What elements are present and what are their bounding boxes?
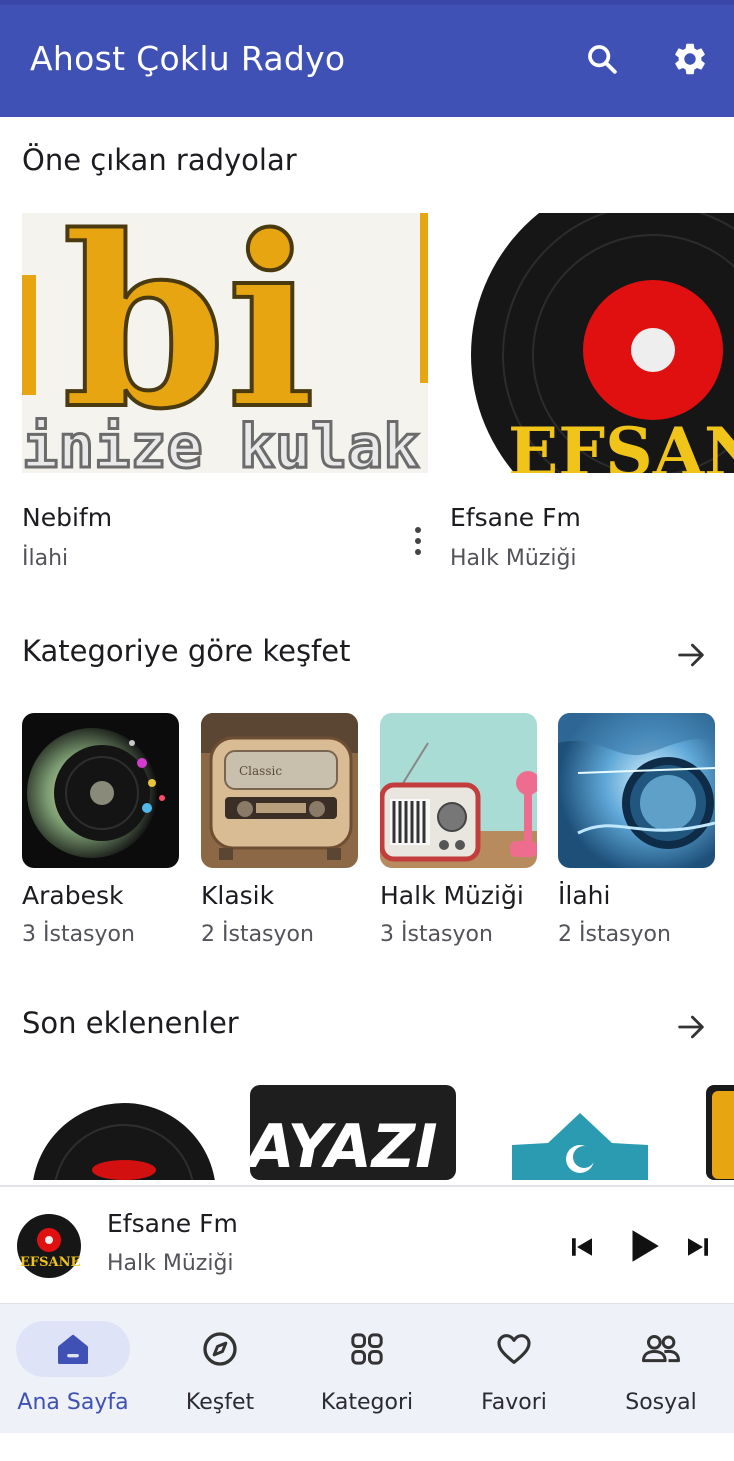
next-button[interactable]	[678, 1227, 718, 1267]
settings-button[interactable]	[666, 35, 714, 83]
nav-indicator	[604, 1321, 718, 1377]
recent-station-image[interactable]	[32, 1103, 216, 1180]
system-gesture-area	[0, 1433, 734, 1461]
recent-stations-strip[interactable]: AYAZI	[0, 1085, 734, 1180]
category-count: 3 İstasyon	[380, 922, 493, 947]
nebifm-logo-image: bi inize kulak	[22, 213, 428, 473]
nav-label: Favori	[481, 1390, 547, 1415]
mini-player[interactable]: EFSANE Efsane Fm Halk Müziği	[0, 1185, 734, 1303]
svg-text:inize kulak: inize kulak	[22, 412, 419, 473]
category-name: Arabesk	[22, 881, 124, 910]
category-card-halk-muzigi[interactable]: Halk Müziği 3 İstasyon	[380, 713, 537, 947]
play-button[interactable]	[618, 1221, 668, 1271]
efsane-logo-image: EFSANE	[450, 213, 734, 473]
featured-name[interactable]: Efsane Fm	[450, 503, 581, 532]
nav-label: Ana Sayfa	[17, 1390, 129, 1415]
recent-station-image[interactable]	[706, 1085, 734, 1180]
compass-icon	[203, 1332, 237, 1366]
gear-icon	[675, 43, 705, 75]
nav-item-category[interactable]: Kategori	[294, 1304, 440, 1434]
featured-name[interactable]: Nebifm	[22, 503, 112, 532]
recent-section-title: Son eklenenler	[22, 1006, 239, 1040]
skip-previous-icon	[572, 1238, 592, 1256]
svg-text:AYAZI: AYAZI	[244, 1112, 438, 1180]
svg-text:EFSANE: EFSANE	[508, 413, 734, 473]
featured-section-title: Öne çıkan radyolar	[22, 143, 297, 177]
nav-label: Sosyal	[625, 1390, 697, 1415]
recent-station-image[interactable]: AYAZI	[244, 1085, 456, 1180]
grid-icon	[351, 1333, 383, 1365]
more-vert-icon	[415, 527, 421, 533]
nav-item-explore[interactable]: Keşfet	[147, 1304, 293, 1434]
player-artwork: EFSANE	[17, 1214, 81, 1278]
recent-see-all-button[interactable]	[670, 1006, 712, 1048]
previous-button[interactable]	[562, 1227, 602, 1267]
play-icon	[632, 1230, 659, 1262]
category-image: Classic	[201, 713, 358, 868]
svg-text:Classic: Classic	[239, 764, 282, 778]
category-count: 2 İstasyon	[558, 922, 671, 947]
nav-label: Keşfet	[185, 1390, 255, 1415]
category-name: İlahi	[558, 881, 611, 910]
category-card-klasik[interactable]: Classic Klasik 2 İstasyon	[201, 713, 358, 947]
category-image	[380, 713, 537, 868]
featured-card-image[interactable]: bi inize kulak	[22, 213, 428, 473]
search-button[interactable]	[578, 35, 626, 83]
category-image	[558, 713, 715, 868]
skip-next-icon	[688, 1238, 708, 1256]
app-title: Ahost Çoklu Radyo	[30, 39, 346, 78]
categories-section-title: Kategoriye göre keşfet	[22, 634, 351, 668]
arrow-right-icon	[678, 1015, 704, 1039]
more-options-button[interactable]	[404, 520, 432, 562]
people-icon	[642, 1335, 680, 1363]
categories-see-all-button[interactable]	[670, 634, 712, 676]
svg-text:EFSANE: EFSANE	[20, 1255, 80, 1270]
player-station-name: Efsane Fm	[107, 1209, 238, 1238]
featured-card-image[interactable]: EFSANE	[450, 213, 734, 473]
nav-indicator	[163, 1321, 277, 1377]
category-name: Halk Müziği	[380, 881, 524, 910]
nav-item-social[interactable]: Sosyal	[588, 1304, 734, 1434]
recent-station-image[interactable]	[512, 1113, 648, 1180]
bottom-navigation: Ana Sayfa Keşfet Kategori Favori Sosyal	[0, 1303, 734, 1433]
nav-item-favorites[interactable]: Favori	[441, 1304, 587, 1434]
search-icon	[588, 45, 617, 74]
nav-indicator	[310, 1321, 424, 1377]
category-name: Klasik	[201, 881, 275, 910]
category-count: 3 İstasyon	[22, 922, 135, 947]
player-station-genre: Halk Müziği	[107, 1251, 234, 1276]
featured-genre: Halk Müziği	[450, 546, 577, 571]
home-icon	[58, 1334, 89, 1364]
category-card-ilahi[interactable]: İlahi 2 İstasyon	[558, 713, 715, 947]
app-bar: Ahost Çoklu Radyo	[0, 5, 734, 117]
featured-genre: İlahi	[22, 546, 69, 571]
category-count: 2 İstasyon	[201, 922, 314, 947]
nav-indicator	[16, 1321, 130, 1377]
category-image	[22, 713, 179, 868]
nav-item-home[interactable]: Ana Sayfa	[0, 1304, 146, 1434]
category-card-arabesk[interactable]: Arabesk 3 İstasyon	[22, 713, 179, 947]
heart-icon	[497, 1334, 531, 1364]
nav-label: Kategori	[320, 1390, 414, 1415]
arrow-right-icon	[678, 643, 704, 667]
nav-indicator	[457, 1321, 571, 1377]
